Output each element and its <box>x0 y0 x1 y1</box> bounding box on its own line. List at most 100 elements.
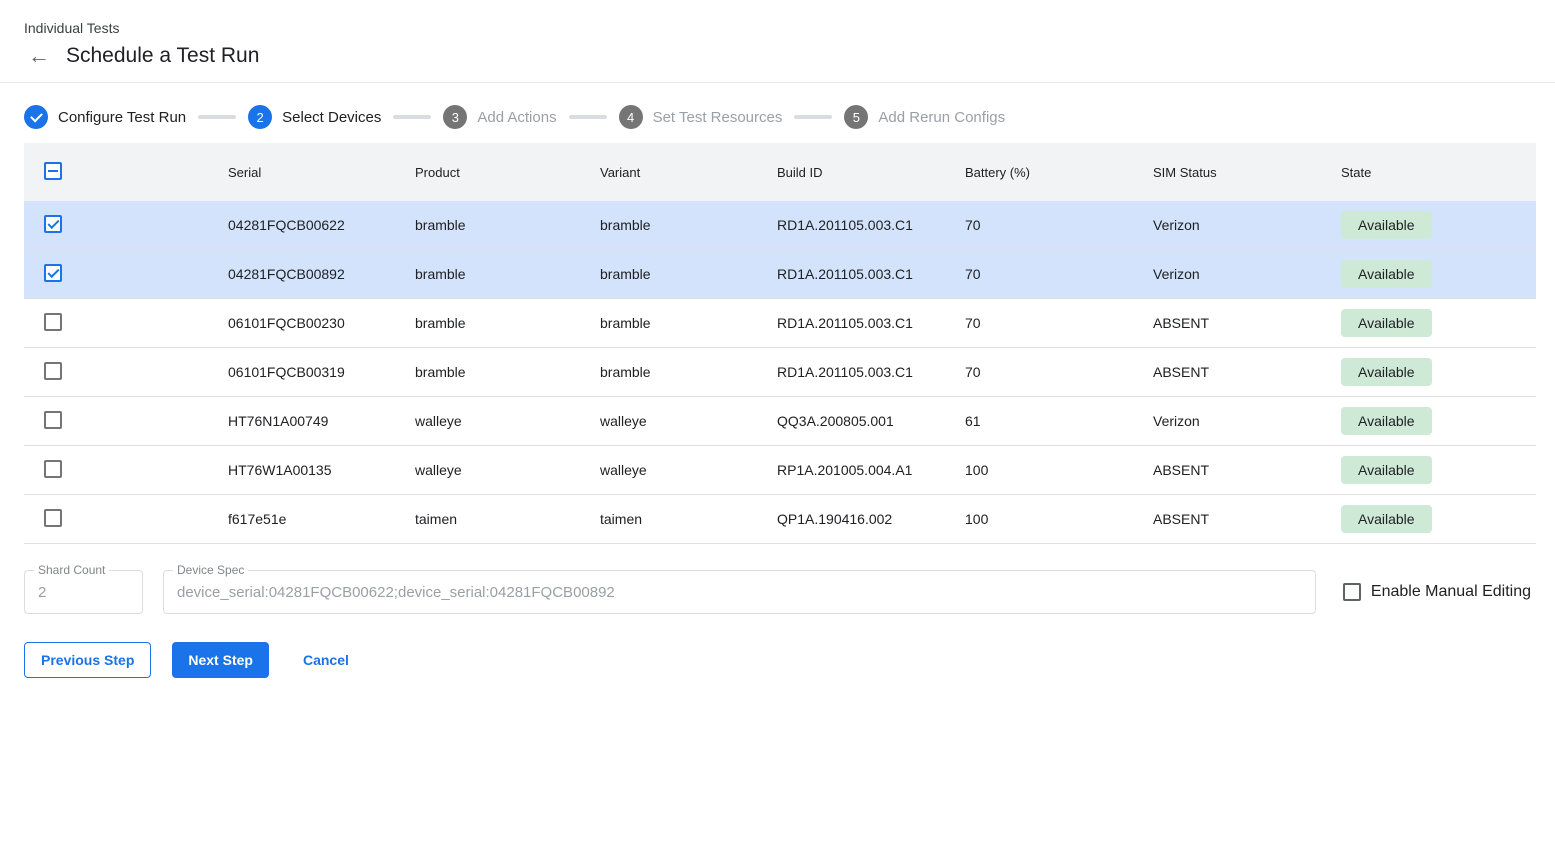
cell-serial: 06101FQCB00319 <box>212 364 399 380</box>
table-row[interactable]: 06101FQCB00319 bramble bramble RD1A.2011… <box>24 348 1536 397</box>
cell-battery: 70 <box>949 364 1137 380</box>
step-label: Add Rerun Configs <box>878 109 1005 126</box>
cell-product: bramble <box>399 364 584 380</box>
cell-variant: taimen <box>584 511 761 527</box>
step-add-actions[interactable]: 3 Add Actions <box>443 105 556 129</box>
state-badge: Available <box>1341 505 1432 533</box>
cell-sim-status: ABSENT <box>1137 315 1325 331</box>
cell-build-id: RD1A.201105.003.C1 <box>761 364 949 380</box>
cell-serial: HT76W1A00135 <box>212 462 399 478</box>
step-connector <box>198 115 236 119</box>
cell-product: walleye <box>399 462 584 478</box>
cell-sim-status: ABSENT <box>1137 364 1325 380</box>
row-checkbox[interactable] <box>44 509 62 527</box>
enable-manual-editing[interactable]: Enable Manual Editing <box>1343 583 1531 601</box>
step-label: Set Test Resources <box>653 109 783 126</box>
cell-sim-status: Verizon <box>1137 266 1325 282</box>
cell-build-id: RP1A.201005.004.A1 <box>761 462 949 478</box>
state-badge: Available <box>1341 260 1432 288</box>
select-all-checkbox[interactable] <box>44 162 62 180</box>
cell-battery: 100 <box>949 462 1137 478</box>
row-checkbox[interactable] <box>44 460 62 478</box>
step-number-badge: 5 <box>844 105 868 129</box>
enable-manual-editing-label: Enable Manual Editing <box>1371 583 1531 601</box>
step-connector <box>569 115 607 119</box>
next-step-button[interactable]: Next Step <box>172 642 269 678</box>
step-set-test-resources[interactable]: 4 Set Test Resources <box>619 105 783 129</box>
cell-serial: 04281FQCB00622 <box>212 217 399 233</box>
step-add-rerun-configs[interactable]: 5 Add Rerun Configs <box>844 105 1005 129</box>
step-configure-test-run[interactable]: 1 Configure Test Run <box>24 105 186 129</box>
cell-serial: HT76N1A00749 <box>212 413 399 429</box>
cell-build-id: QQ3A.200805.001 <box>761 413 949 429</box>
cell-variant: bramble <box>584 217 761 233</box>
cell-serial: 06101FQCB00230 <box>212 315 399 331</box>
table-row[interactable]: 06101FQCB00230 bramble bramble RD1A.2011… <box>24 299 1536 348</box>
shard-count-field[interactable]: Shard Count 2 <box>24 570 143 614</box>
table-row[interactable]: 04281FQCB00892 bramble bramble RD1A.2011… <box>24 250 1536 299</box>
cancel-button[interactable]: Cancel <box>287 642 365 678</box>
row-checkbox[interactable] <box>44 215 62 233</box>
cell-build-id: RD1A.201105.003.C1 <box>761 266 949 282</box>
back-arrow-icon[interactable]: ← <box>24 45 60 67</box>
table-row[interactable]: 04281FQCB00622 bramble bramble RD1A.2011… <box>24 201 1536 250</box>
cell-battery: 70 <box>949 266 1137 282</box>
cell-sim-status: Verizon <box>1137 217 1325 233</box>
step-number-badge: 4 <box>619 105 643 129</box>
step-label: Configure Test Run <box>58 109 186 126</box>
cell-product: bramble <box>399 315 584 331</box>
stepper: 1 Configure Test Run 2 Select Devices 3 … <box>24 105 1555 129</box>
cell-product: taimen <box>399 511 584 527</box>
page-header: Individual Tests ← Schedule a Test Run <box>0 0 1555 82</box>
cell-serial: 04281FQCB00892 <box>212 266 399 282</box>
cell-variant: bramble <box>584 364 761 380</box>
state-badge: Available <box>1341 456 1432 484</box>
enable-manual-editing-checkbox[interactable] <box>1343 583 1361 601</box>
table-header-row: Serial Product Variant Build ID Battery … <box>24 143 1536 201</box>
cell-variant: walleye <box>584 413 761 429</box>
shard-count-value: 2 <box>25 584 59 601</box>
cell-sim-status: ABSENT <box>1137 511 1325 527</box>
cell-variant: bramble <box>584 266 761 282</box>
step-connector <box>794 115 832 119</box>
device-spec-field[interactable]: Device Spec device_serial:04281FQCB00622… <box>163 570 1316 614</box>
cell-product: walleye <box>399 413 584 429</box>
cell-build-id: RD1A.201105.003.C1 <box>761 217 949 233</box>
cell-battery: 70 <box>949 315 1137 331</box>
column-header-variant: Variant <box>584 165 761 180</box>
step-label: Select Devices <box>282 109 381 126</box>
device-spec-section: Shard Count 2 Device Spec device_serial:… <box>24 570 1531 614</box>
column-header-sim-status: SIM Status <box>1137 165 1325 180</box>
shard-count-label: Shard Count <box>34 563 109 577</box>
cell-build-id: RD1A.201105.003.C1 <box>761 315 949 331</box>
device-table: Serial Product Variant Build ID Battery … <box>24 143 1536 544</box>
column-header-serial: Serial <box>212 165 399 180</box>
cell-variant: bramble <box>584 315 761 331</box>
header-divider <box>0 82 1555 83</box>
cell-sim-status: ABSENT <box>1137 462 1325 478</box>
cell-product: bramble <box>399 217 584 233</box>
cell-battery: 100 <box>949 511 1137 527</box>
step-number-badge: 3 <box>443 105 467 129</box>
previous-step-button[interactable]: Previous Step <box>24 642 151 678</box>
table-row[interactable]: HT76W1A00135 walleye walleye RP1A.201005… <box>24 446 1536 495</box>
check-icon: 1 <box>24 105 48 129</box>
cell-battery: 61 <box>949 413 1137 429</box>
state-badge: Available <box>1341 211 1432 239</box>
cell-variant: walleye <box>584 462 761 478</box>
device-spec-label: Device Spec <box>173 563 248 577</box>
state-badge: Available <box>1341 309 1432 337</box>
row-checkbox[interactable] <box>44 264 62 282</box>
cell-product: bramble <box>399 266 584 282</box>
state-badge: Available <box>1341 358 1432 386</box>
step-label: Add Actions <box>477 109 556 126</box>
step-number-badge: 2 <box>248 105 272 129</box>
page-title: Schedule a Test Run <box>66 44 259 68</box>
table-row[interactable]: f617e51e taimen taimen QP1A.190416.002 1… <box>24 495 1536 544</box>
row-checkbox[interactable] <box>44 313 62 331</box>
table-row[interactable]: HT76N1A00749 walleye walleye QQ3A.200805… <box>24 397 1536 446</box>
row-checkbox[interactable] <box>44 362 62 380</box>
column-header-state: State <box>1325 165 1536 180</box>
step-select-devices[interactable]: 2 Select Devices <box>248 105 381 129</box>
row-checkbox[interactable] <box>44 411 62 429</box>
